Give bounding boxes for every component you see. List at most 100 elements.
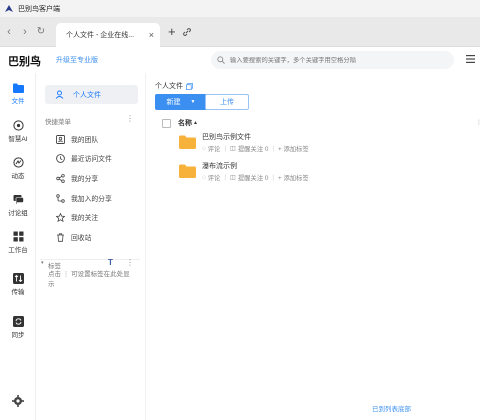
column-name[interactable]: 名称 xyxy=(178,118,192,128)
brand-name: 巴别鸟 xyxy=(8,56,41,68)
breadcrumb: 个人文件 xyxy=(155,81,193,91)
clock-icon xyxy=(56,153,65,163)
settings-icon[interactable] xyxy=(12,395,24,407)
rail-item-sync[interactable]: 同步 xyxy=(0,316,36,339)
ai-icon xyxy=(12,120,24,131)
select-all-checkbox[interactable] xyxy=(162,118,171,128)
search-box[interactable] xyxy=(211,51,454,69)
new-tab-icon[interactable]: + xyxy=(168,24,176,39)
window-titlebar: 巴别鸟客户端 xyxy=(0,0,480,17)
nav-label: 我加入的分享 xyxy=(71,196,112,203)
rail-label-activity: 动态 xyxy=(11,173,25,180)
file-meta: ◌ 评论 | ◫ 提醒关注 0 | + 添加标签 xyxy=(202,173,309,182)
sidebar-item-my-share[interactable]: 我的分享 xyxy=(56,171,98,185)
add-tag-link[interactable]: + 添加标签 xyxy=(278,173,309,182)
back-icon[interactable]: ‹ xyxy=(2,25,16,39)
sidebar-item-trash[interactable]: 回收站 xyxy=(56,230,91,244)
rail-item-ai[interactable]: 智慧AI xyxy=(0,120,36,143)
transfer-icon xyxy=(12,273,24,284)
tab-bar: ‹ › ↻ 个人文件 - 企业在线... × + xyxy=(0,17,480,47)
new-button-label: 新建 xyxy=(166,99,181,106)
remind-link[interactable]: 提醒关注 0 xyxy=(238,173,268,182)
sidebar-item-recent[interactable]: 最近访问文件 xyxy=(56,151,112,165)
meta-separator: | xyxy=(272,174,275,181)
bell-icon: ◫ xyxy=(229,145,236,152)
list-header: 名称 ▲ ⋮ xyxy=(162,116,480,130)
sidebar-item-my-follow[interactable]: 我的关注 xyxy=(56,210,98,224)
joined-share-icon xyxy=(56,193,65,203)
comment-icon: ◌ xyxy=(202,145,206,152)
sidebar-item-personal-files[interactable]: 个人文件 xyxy=(45,85,138,104)
rail-label-chat: 讨论组 xyxy=(8,210,28,217)
close-tab-icon[interactable]: × xyxy=(149,30,154,40)
sidebar: 个人文件 快捷菜单 ⋮ 我的团队 最近访问文件 我的分享 我加入的分享 我的关注… xyxy=(36,73,146,420)
file-name[interactable]: 瀑布流示例 xyxy=(202,161,237,171)
shortcut-menu-title: 快捷菜单 xyxy=(45,119,71,126)
remind-link[interactable]: 提醒关注 0 xyxy=(238,144,268,153)
workspace-icon xyxy=(13,231,23,242)
sidebar-item-joined-share[interactable]: 我加入的分享 xyxy=(56,191,112,205)
comment-icon: ◌ xyxy=(202,174,206,181)
tags-title: 标签 xyxy=(48,263,61,270)
list-item[interactable]: 巴别鸟示例文件 ◌ 评论 | ◫ 提醒关注 0 | + 添加标签 xyxy=(177,131,467,157)
share-icon xyxy=(56,173,65,183)
user-icon xyxy=(55,90,64,99)
trash-icon xyxy=(57,232,64,242)
sidebar-item-my-team[interactable]: 我的团队 xyxy=(56,132,98,146)
list-settings-icon[interactable]: ⋮ xyxy=(476,119,480,126)
sync-icon xyxy=(12,316,24,327)
tags-empty-hint: 点击 ⋮ 可设置标签在此处显示 xyxy=(48,271,130,288)
activity-icon xyxy=(12,157,24,168)
add-tag-link[interactable]: + 添加标签 xyxy=(278,144,309,153)
folder-icon xyxy=(12,83,24,93)
rail-item-files[interactable]: 文件 xyxy=(0,83,36,105)
meta-separator: | xyxy=(272,145,275,152)
comment-link[interactable]: 评论 xyxy=(208,173,221,182)
rail-label-workspace: 工作台 xyxy=(8,247,28,254)
app-logo-icon xyxy=(5,4,13,12)
file-meta: ◌ 评论 | ◫ 提醒关注 0 | + 添加标签 xyxy=(202,144,309,153)
menu-icon[interactable] xyxy=(466,55,475,63)
meta-separator: | xyxy=(224,174,226,181)
tags-more-icon[interactable]: ⋮ xyxy=(126,258,134,267)
rail-item-chat[interactable]: 讨论组 xyxy=(0,194,36,217)
shortcut-more-icon[interactable]: ⋮ xyxy=(126,114,134,123)
new-button[interactable]: 新建 ▼ xyxy=(155,94,207,110)
list-end-text: 已到列表底部 xyxy=(372,406,411,413)
nav-label: 回收站 xyxy=(71,235,92,242)
star-icon xyxy=(56,212,65,222)
app-header: 巴别鸟 升级至专业版 xyxy=(0,47,480,73)
team-icon xyxy=(56,134,65,144)
breadcrumb-current[interactable]: 个人文件 xyxy=(155,81,183,91)
rail-label-transfer: 传输 xyxy=(11,289,25,296)
tab-personal-files[interactable]: 个人文件 - 企业在线... × xyxy=(56,22,160,47)
bell-icon: ◫ xyxy=(229,174,236,181)
tag-filter-icon[interactable]: T xyxy=(108,258,113,267)
folder-icon xyxy=(179,135,196,149)
nav-label: 我的关注 xyxy=(71,215,99,222)
link-icon[interactable] xyxy=(182,27,192,37)
rail-label-files: 文件 xyxy=(11,98,25,105)
comment-link[interactable]: 评论 xyxy=(208,144,221,153)
rail-label-sync: 同步 xyxy=(11,332,25,339)
meta-separator: | xyxy=(224,145,226,152)
search-input[interactable] xyxy=(230,56,440,64)
upgrade-link[interactable]: 升级至专业版 xyxy=(56,55,98,65)
copy-icon[interactable] xyxy=(186,82,193,90)
forward-icon[interactable]: › xyxy=(18,25,32,39)
nav-label: 我的团队 xyxy=(71,137,99,144)
window-title: 巴别鸟客户端 xyxy=(18,5,60,13)
refresh-icon[interactable]: ↻ xyxy=(34,25,48,39)
upload-button[interactable]: 上传 xyxy=(205,94,249,110)
rail-item-activity[interactable]: 动态 xyxy=(0,157,36,180)
file-name[interactable]: 巴别鸟示例文件 xyxy=(202,132,251,142)
rail-item-workspace[interactable]: 工作台 xyxy=(0,231,36,254)
tags-collapse-icon[interactable]: ▾ xyxy=(41,260,44,266)
folder-icon xyxy=(179,164,196,178)
tab-label: 个人文件 - 企业在线... xyxy=(66,31,135,39)
rail-item-transfer[interactable]: 传输 xyxy=(0,273,36,296)
sort-asc-icon[interactable]: ▲ xyxy=(193,120,198,126)
list-item[interactable]: 瀑布流示例 ◌ 评论 | ◫ 提醒关注 0 | + 添加标签 xyxy=(177,160,467,186)
chevron-down-icon: ▼ xyxy=(190,99,196,105)
search-icon xyxy=(217,56,225,64)
